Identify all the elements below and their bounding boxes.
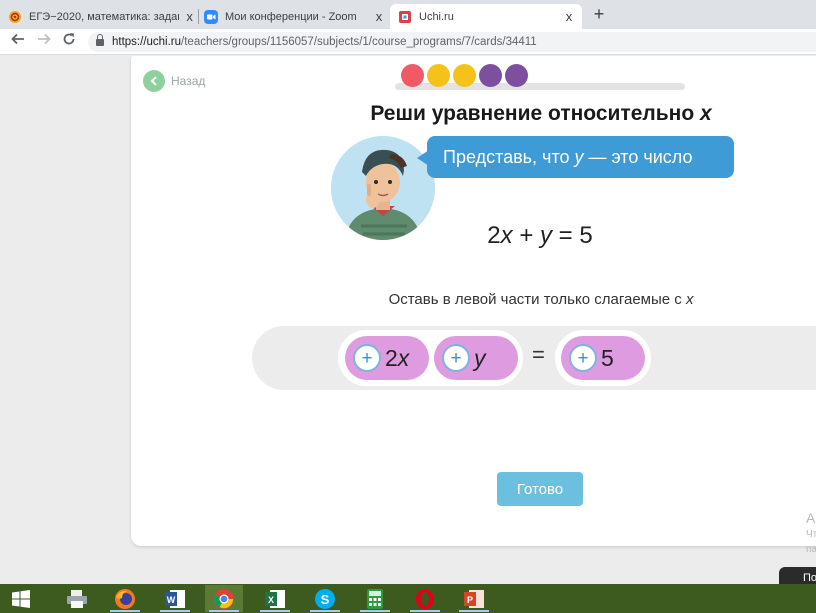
- reload-icon[interactable]: [60, 32, 78, 50]
- hint-bubble: Представь, что y — это число: [417, 136, 734, 178]
- tab-label: Uchi.ru: [419, 10, 454, 23]
- skype-icon[interactable]: S: [306, 585, 344, 612]
- forward-arrow-icon[interactable]: [35, 32, 53, 50]
- new-tab-button[interactable]: +: [590, 4, 608, 24]
- progress-dot: [479, 64, 502, 87]
- tab-divider: [198, 9, 199, 24]
- svg-text:P: P: [467, 595, 473, 605]
- left-side-group: + 2x + y: [338, 330, 523, 386]
- lock-icon: [96, 33, 104, 47]
- browser-tab-strip: ЕГЭ−2020, математика: задания x Мои конф…: [0, 0, 816, 29]
- plus-sign-icon[interactable]: +: [353, 344, 381, 372]
- word-icon[interactable]: W: [156, 585, 194, 612]
- svg-text:S: S: [321, 592, 330, 607]
- ege-globe-icon: [8, 10, 22, 24]
- equals-sign: =: [532, 342, 545, 367]
- term-value: 5: [601, 344, 614, 371]
- zoom-icon: [204, 9, 218, 24]
- lesson-card: Назад Реши уравнение относительно x Пред…: [131, 56, 816, 546]
- address-bar[interactable]: https://uchi.ru/teachers/groups/1156057/…: [88, 32, 816, 52]
- equation-builder: + 2x + y = + 5: [252, 326, 816, 390]
- tab-label: Мои конференции - Zoom: [225, 10, 357, 23]
- tab-ege[interactable]: ЕГЭ−2020, математика: задания x: [8, 4, 196, 29]
- instruction-text: Оставь в левой части только слагаемые с …: [388, 291, 694, 308]
- tab-zoom[interactable]: Мои конференции - Zoom x: [204, 4, 386, 29]
- plus-sign-icon[interactable]: +: [442, 344, 470, 372]
- printer-icon[interactable]: [58, 585, 96, 612]
- excel-icon[interactable]: X: [256, 585, 294, 612]
- tab-uchi[interactable]: Uchi.ru x: [390, 4, 582, 29]
- calculator-icon[interactable]: [356, 585, 394, 612]
- right-side-group: + 5: [555, 330, 651, 386]
- term-value: 2x: [385, 344, 410, 371]
- opera-icon[interactable]: [406, 585, 444, 612]
- done-button[interactable]: Готово: [497, 472, 583, 506]
- activation-watermark: А Чт па: [806, 510, 816, 555]
- windows-start-icon[interactable]: [2, 585, 40, 612]
- uchi-icon: [398, 10, 412, 24]
- browser-toolbar: https://uchi.ru/teachers/groups/1156057/…: [0, 29, 816, 55]
- tab-label: ЕГЭ−2020, математика: задания: [29, 10, 180, 23]
- chevron-left-icon: [143, 70, 165, 92]
- powerpoint-icon[interactable]: P: [455, 585, 493, 612]
- back-label: Назад: [171, 74, 206, 88]
- equation-display: 2x + y = 5: [487, 222, 593, 249]
- corner-button[interactable]: По: [779, 567, 816, 584]
- progress-dot: [427, 64, 450, 87]
- chrome-icon[interactable]: [205, 585, 243, 612]
- tab-close-icon[interactable]: x: [372, 9, 386, 24]
- svg-text:W: W: [167, 595, 176, 605]
- term-5[interactable]: + 5: [561, 336, 645, 380]
- progress-dot: [505, 64, 528, 87]
- windows-taskbar: W X S P: [0, 584, 816, 613]
- progress-dot: [401, 64, 424, 87]
- firefox-icon[interactable]: [106, 585, 144, 612]
- progress-dot: [453, 64, 476, 87]
- task-title: Реши уравнение относительно x: [370, 102, 712, 125]
- tab-close-icon[interactable]: x: [562, 9, 576, 24]
- progress-dots: [401, 64, 528, 87]
- term-value: y: [474, 344, 486, 371]
- back-button[interactable]: Назад: [143, 70, 205, 92]
- tab-close-icon[interactable]: x: [183, 9, 196, 24]
- page-content: Назад Реши уравнение относительно x Пред…: [0, 56, 816, 584]
- url-text: https://uchi.ru/teachers/groups/1156057/…: [112, 36, 537, 48]
- term-y[interactable]: + y: [434, 336, 518, 380]
- svg-text:X: X: [268, 595, 274, 605]
- term-2x[interactable]: + 2x: [345, 336, 429, 380]
- plus-sign-icon[interactable]: +: [569, 344, 597, 372]
- back-arrow-icon[interactable]: [9, 32, 27, 50]
